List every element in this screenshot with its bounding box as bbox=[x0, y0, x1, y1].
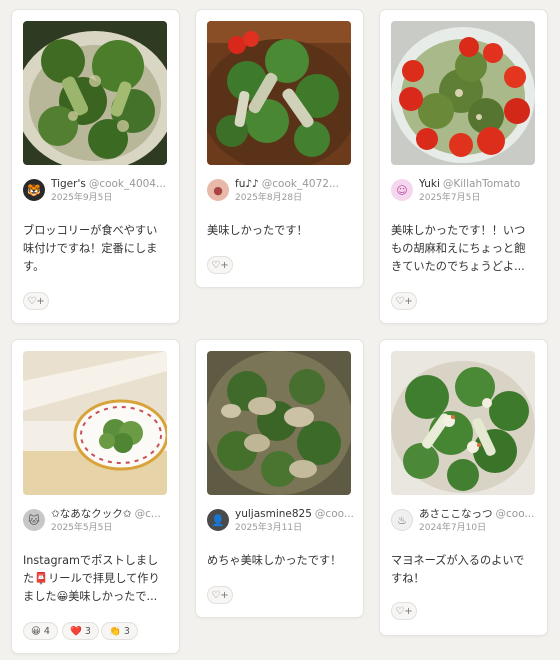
review-author[interactable]: ☺ Yuki @KillahTomato 2025年7月5日 bbox=[391, 178, 541, 204]
review-photo[interactable] bbox=[391, 21, 535, 165]
author-handle: @cook_4004... bbox=[88, 178, 166, 190]
review-comment: マヨネーズが入るのよいで すね！ bbox=[391, 552, 541, 588]
add-reaction-button[interactable]: ♡+ bbox=[23, 292, 49, 310]
review-comment: Instagramでポストしまし た📮リールで拝見して作り ました😀美味しかった… bbox=[23, 552, 173, 606]
reaction-clap-pill[interactable]: 👏 3 bbox=[101, 622, 138, 640]
comment-line: ました😀美味しかったで... bbox=[23, 590, 158, 603]
cat-icon: 🐱 bbox=[23, 509, 45, 531]
comment-line: 美味しかったです！！いつ bbox=[391, 224, 526, 237]
character-icon: ☺ bbox=[391, 179, 413, 201]
review-photo[interactable] bbox=[207, 351, 351, 495]
comment-line: すね！ bbox=[391, 572, 425, 585]
review-date: 2025年9月5日 bbox=[51, 193, 113, 203]
author-handle: @KillahTomato bbox=[442, 178, 521, 190]
person-icon: 👤 bbox=[207, 509, 229, 531]
author-name: fu♪♪ bbox=[235, 178, 259, 190]
comment-line: きていたのでちょうどよ... bbox=[391, 260, 525, 273]
add-reaction-button[interactable]: ♡+ bbox=[207, 256, 233, 274]
heart-plus-icon: ♡+ bbox=[395, 295, 413, 307]
reaction-count: 4 bbox=[43, 625, 50, 637]
recipe-review-card[interactable]: 🐱 ✩なあなクック✩ @c... 2025年5月5日 Instagramでポストし… bbox=[12, 340, 179, 653]
reaction-count: 3 bbox=[84, 625, 91, 637]
heart-plus-icon: ♡+ bbox=[395, 605, 413, 617]
user-photo-icon: ● bbox=[207, 179, 229, 201]
review-author[interactable]: ● fu♪♪ @cook_4072... 2025年8月28日 bbox=[207, 178, 357, 204]
reaction-count: 3 bbox=[123, 625, 130, 637]
comment-line: ブロッコリーが食べやすい bbox=[23, 224, 158, 237]
author-name: Tiger's bbox=[51, 178, 86, 190]
heart-plus-icon: ♡+ bbox=[27, 295, 45, 307]
comment-line: す。 bbox=[23, 260, 45, 273]
author-name: Yuki bbox=[419, 178, 440, 190]
comment-line: 美味しかったです！ bbox=[207, 224, 308, 237]
comment-line: た📮リールで拝見して作り bbox=[23, 572, 160, 585]
author-handle: @cook_4072... bbox=[261, 178, 339, 190]
comment-line: Instagramでポストしまし bbox=[23, 554, 159, 567]
review-author[interactable]: 🐯 Tiger's @cook_4004... 2025年9月5日 bbox=[23, 178, 173, 204]
broccoli-chicken-image bbox=[207, 351, 351, 495]
review-photo[interactable] bbox=[23, 21, 167, 165]
comment-line: もの胡麻和えにちょっと飽 bbox=[391, 242, 526, 255]
recipe-review-card[interactable]: ● fu♪♪ @cook_4072... 2025年8月28日 美味しかったです！… bbox=[196, 10, 363, 287]
review-photo[interactable] bbox=[207, 21, 351, 165]
review-photo[interactable] bbox=[391, 351, 535, 495]
chef-hat-icon: ♨ bbox=[391, 509, 413, 531]
author-name: ✩なあなクック✩ bbox=[51, 508, 132, 520]
clap-emoji-icon: 👏 bbox=[109, 625, 121, 637]
review-comment: 美味しかったです！ bbox=[207, 222, 357, 240]
broccoli-tomato-salad-image bbox=[391, 21, 535, 165]
reaction-heart-pill[interactable]: ❤️ 3 bbox=[62, 622, 99, 640]
review-date: 2025年7月5日 bbox=[419, 193, 481, 203]
recipe-review-card[interactable]: ♨ あさここなっつ @coo... 2024年7月10日 マヨネーズが入るのよいで… bbox=[380, 340, 547, 635]
review-date: 2025年5月5日 bbox=[51, 523, 113, 533]
heart-emoji-icon: ❤️ bbox=[70, 625, 82, 637]
review-author[interactable]: 👤 yuljasmine825 @coo... 2025年3月11日 bbox=[207, 508, 357, 534]
review-date: 2025年3月11日 bbox=[235, 523, 303, 533]
comment-line: 味付けですね！定番にしま bbox=[23, 242, 158, 255]
review-comment: ブロッコリーが食べやすい 味付けですね！定番にしま す。 bbox=[23, 222, 173, 276]
broccoli-dish-image bbox=[23, 21, 167, 165]
review-author[interactable]: ♨ あさここなっつ @coo... 2024年7月10日 bbox=[391, 508, 541, 534]
recipe-review-card[interactable]: 👤 yuljasmine825 @coo... 2025年3月11日 めちゃ美味し… bbox=[196, 340, 363, 617]
author-name: あさここなっつ bbox=[419, 508, 493, 520]
reaction-smile-pill[interactable]: 😀 4 bbox=[23, 622, 58, 640]
recipe-review-card[interactable]: 🐯 Tiger's @cook_4004... 2025年9月5日 ブロッコリーが… bbox=[12, 10, 179, 323]
add-reaction-button[interactable]: ♡+ bbox=[207, 586, 233, 604]
add-reaction-button[interactable]: ♡+ bbox=[391, 602, 417, 620]
tiger-icon: 🐯 bbox=[23, 179, 45, 201]
heart-plus-icon: ♡+ bbox=[211, 589, 229, 601]
broccoli-dish-image bbox=[207, 21, 351, 165]
review-photo[interactable] bbox=[23, 351, 167, 495]
author-handle: @coo... bbox=[314, 508, 354, 520]
review-date: 2025年8月28日 bbox=[235, 193, 303, 203]
review-author[interactable]: 🐱 ✩なあなクック✩ @c... 2025年5月5日 bbox=[23, 508, 173, 534]
broccoli-mayo-image bbox=[391, 351, 535, 495]
heart-plus-icon: ♡+ bbox=[211, 259, 229, 271]
author-handle: @c... bbox=[134, 508, 161, 520]
review-comment: めちゃ美味しかったです！ bbox=[207, 552, 357, 570]
author-name: yuljasmine825 bbox=[235, 508, 312, 520]
review-comment: 美味しかったです！！いつ もの胡麻和えにちょっと飽 きていたのでちょうどよ... bbox=[391, 222, 541, 276]
comment-line: マヨネーズが入るのよいで bbox=[391, 554, 525, 567]
broccoli-plate-image bbox=[23, 351, 167, 495]
add-reaction-button[interactable]: ♡+ bbox=[391, 292, 417, 310]
review-date: 2024年7月10日 bbox=[419, 523, 487, 533]
recipe-review-card[interactable]: ☺ Yuki @KillahTomato 2025年7月5日 美味しかったです！！… bbox=[380, 10, 547, 323]
author-handle: @coo... bbox=[495, 508, 535, 520]
comment-line: めちゃ美味しかったです！ bbox=[207, 554, 342, 567]
smile-emoji-icon: 😀 bbox=[31, 625, 41, 637]
